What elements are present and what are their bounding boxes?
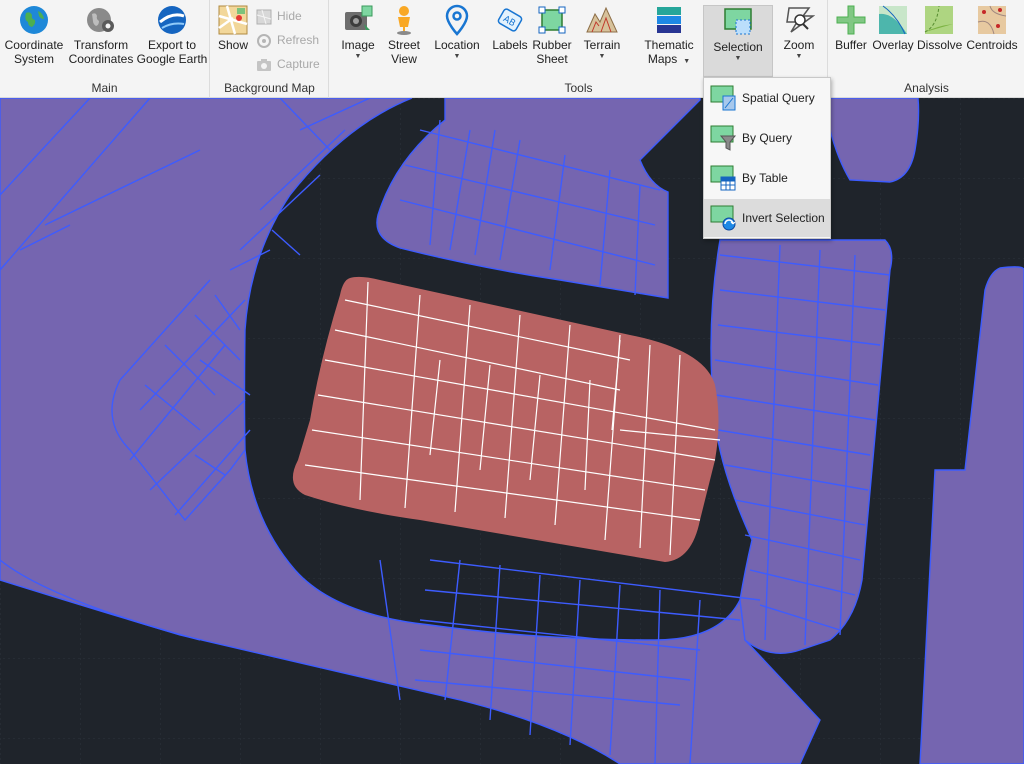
street-view-button[interactable]: Street View bbox=[384, 4, 424, 66]
street-view-label-1: Street bbox=[387, 38, 420, 52]
hide-label: Hide bbox=[277, 9, 302, 23]
google-earth-icon bbox=[158, 6, 186, 34]
selection-label: Selection bbox=[713, 40, 763, 54]
overlay-label: Overlay bbox=[872, 38, 914, 52]
show-button[interactable]: Show bbox=[215, 4, 251, 52]
filter-query-icon bbox=[710, 125, 737, 151]
selection-button[interactable]: Selection ▼ bbox=[703, 5, 773, 77]
globe-icon bbox=[20, 6, 48, 34]
refresh-label: Refresh bbox=[277, 33, 320, 47]
buffer-button[interactable]: Buffer bbox=[832, 4, 870, 52]
overlay-button[interactable]: Overlay bbox=[871, 4, 915, 52]
globe-gear-icon bbox=[87, 8, 114, 32]
hide-button[interactable]: Hide bbox=[256, 8, 302, 28]
location-dropdown-caret: ▼ bbox=[453, 53, 461, 60]
hide-map-icon bbox=[256, 9, 272, 25]
labels-icon: AB bbox=[497, 8, 523, 32]
thematic-maps-icon bbox=[657, 7, 681, 33]
map-icon bbox=[218, 5, 248, 35]
selection-icon bbox=[724, 8, 752, 35]
export-google-earth-button[interactable]: Export to Google Earth bbox=[136, 4, 208, 66]
menu-item-invert-selection-label: Invert Selection bbox=[742, 211, 825, 225]
transform-coordinates-label-1: Transform bbox=[73, 38, 129, 52]
image-label: Image bbox=[341, 38, 375, 52]
location-pin-icon bbox=[445, 4, 469, 36]
terrain-icon bbox=[586, 6, 618, 33]
group-main: Coordinate System Transform Coordinates … bbox=[0, 0, 210, 98]
centroids-label: Centroids bbox=[966, 38, 1018, 52]
thematic-maps-label-1: Thematic bbox=[644, 38, 694, 52]
menu-item-by-query-label: By Query bbox=[742, 131, 793, 145]
menu-item-spatial-query[interactable]: Spatial Query bbox=[704, 79, 830, 117]
group-analysis: Buffer Overlay Dissolve Centroids Analys… bbox=[829, 0, 1024, 98]
buffer-icon bbox=[836, 5, 866, 35]
zoom-label: Zoom bbox=[783, 38, 815, 52]
menu-item-by-query[interactable]: By Query bbox=[704, 119, 830, 157]
map-canvas[interactable] bbox=[0, 97, 1024, 764]
show-label: Show bbox=[217, 38, 249, 52]
rubber-sheet-label-1: Rubber bbox=[532, 38, 572, 52]
coordinate-system-button[interactable]: Coordinate System bbox=[2, 4, 66, 66]
thematic-maps-button[interactable]: Thematic Maps ▼ bbox=[636, 4, 702, 69]
street-view-label-2: View bbox=[391, 52, 417, 66]
menu-item-by-table-label: By Table bbox=[742, 171, 788, 185]
buffer-label: Buffer bbox=[835, 38, 867, 52]
zoom-dropdown-caret: ▼ bbox=[795, 53, 803, 60]
pegman-icon bbox=[397, 6, 411, 35]
export-google-earth-label-1: Export to bbox=[147, 38, 197, 52]
overlay-icon bbox=[879, 5, 907, 35]
menu-item-invert-selection[interactable]: Invert Selection bbox=[704, 199, 830, 237]
location-button[interactable]: Location ▼ bbox=[432, 4, 482, 61]
refresh-button[interactable]: Refresh bbox=[256, 32, 319, 52]
dissolve-icon bbox=[924, 5, 953, 34]
zoom-icon bbox=[786, 7, 815, 33]
camera-icon bbox=[257, 58, 271, 71]
selection-dropdown-caret: ▼ bbox=[734, 55, 742, 62]
table-icon bbox=[710, 165, 736, 191]
rubber-sheet-button[interactable]: Rubber Sheet bbox=[530, 4, 574, 66]
rubber-sheet-label-2: Sheet bbox=[536, 52, 568, 66]
capture-label: Capture bbox=[277, 57, 320, 71]
labels-button[interactable]: AB Labels bbox=[492, 4, 528, 52]
selection-dropdown-menu: Spatial Query By Query By Table Invert S… bbox=[703, 77, 831, 239]
labels-label: Labels bbox=[492, 38, 528, 52]
dissolve-label: Dissolve bbox=[917, 38, 963, 52]
centroids-icon bbox=[977, 5, 1007, 35]
zoom-button[interactable]: Zoom ▼ bbox=[779, 4, 819, 61]
centroids-button[interactable]: Centroids bbox=[963, 4, 1021, 52]
transform-coordinates-label-2: Coordinates bbox=[68, 52, 134, 66]
group-analysis-label: Analysis bbox=[904, 81, 949, 95]
menu-item-by-table[interactable]: By Table bbox=[704, 159, 830, 197]
capture-button[interactable]: Capture bbox=[256, 56, 320, 76]
terrain-button[interactable]: Terrain ▼ bbox=[580, 4, 624, 61]
image-dropdown-caret: ▼ bbox=[354, 53, 362, 60]
export-google-earth-label-2: Google Earth bbox=[136, 52, 208, 66]
coordinate-system-label-2: System bbox=[13, 52, 54, 66]
group-background-map-label: Background Map bbox=[224, 81, 315, 95]
coordinate-system-label-1: Coordinate bbox=[4, 38, 64, 52]
ribbon-toolbar: Coordinate System Transform Coordinates … bbox=[0, 0, 1024, 98]
group-main-label: Main bbox=[91, 81, 118, 95]
terrain-label: Terrain bbox=[583, 38, 621, 52]
image-button[interactable]: Image ▼ bbox=[338, 4, 378, 61]
rubber-sheet-icon bbox=[538, 6, 566, 34]
transform-coordinates-button[interactable]: Transform Coordinates bbox=[68, 4, 134, 66]
thematic-maps-label-2: Maps bbox=[647, 52, 678, 66]
map-svg[interactable] bbox=[0, 97, 1024, 764]
dissolve-button[interactable]: Dissolve bbox=[917, 4, 963, 52]
spatial-query-icon bbox=[710, 85, 736, 111]
thematic-maps-dropdown-caret: ▼ bbox=[683, 58, 691, 65]
camera-image-icon bbox=[345, 5, 373, 30]
refresh-icon bbox=[257, 33, 271, 48]
location-label: Location bbox=[434, 38, 480, 52]
invert-selection-icon bbox=[710, 205, 736, 231]
group-background-map: Show Hide Refresh Capture Background Map bbox=[211, 0, 329, 98]
menu-item-spatial-query-label: Spatial Query bbox=[742, 91, 815, 105]
terrain-dropdown-caret: ▼ bbox=[598, 53, 606, 60]
